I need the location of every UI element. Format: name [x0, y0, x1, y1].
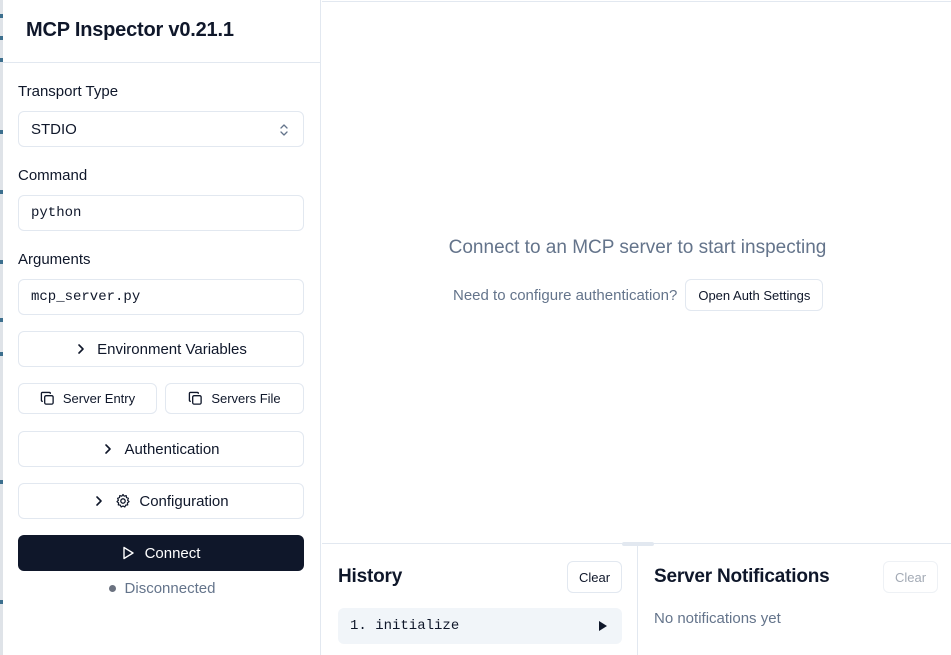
- copy-icon: [189, 391, 203, 405]
- configuration-label: Configuration: [139, 492, 229, 510]
- servers-file-label: Servers File: [211, 391, 281, 406]
- arguments-input[interactable]: mcp_server.py: [18, 279, 304, 315]
- history-item[interactable]: 1. initialize: [338, 608, 622, 644]
- history-item-label: 1. initialize: [350, 618, 460, 634]
- environment-variables-label: Environment Variables: [97, 340, 247, 358]
- triangle-right-icon: [599, 621, 607, 631]
- sidebar: MCP Inspector v0.21.1 Transport Type STD…: [3, 0, 321, 655]
- connection-status-label: Disconnected: [124, 580, 216, 597]
- divider: [322, 1, 951, 2]
- server-entry-label: Server Entry: [62, 391, 136, 406]
- configuration-toggle[interactable]: Configuration: [18, 483, 304, 519]
- chevron-right-icon: [96, 496, 103, 506]
- bottom-panels: History Clear 1. initialize Server Notif…: [322, 542, 951, 655]
- app-title: MCP Inspector v0.21.1: [26, 19, 234, 41]
- status-dot-icon: [108, 585, 116, 592]
- auth-prompt-text: Need to configure authentication?: [453, 286, 678, 304]
- history-panel: History Clear 1. initialize: [322, 544, 638, 655]
- chevron-right-icon: [105, 444, 112, 454]
- gear-icon: [116, 493, 130, 508]
- main-panel: Connect to an MCP server to start inspec…: [322, 0, 951, 655]
- command-label: Command: [18, 167, 88, 184]
- command-input[interactable]: python: [18, 195, 304, 231]
- arguments-label: Arguments: [18, 251, 91, 268]
- notifications-empty-text: No notifications yet: [654, 610, 781, 627]
- servers-file-button[interactable]: Servers File: [165, 383, 304, 414]
- environment-variables-toggle[interactable]: Environment Variables: [18, 331, 304, 367]
- open-auth-settings-button[interactable]: Open Auth Settings: [685, 279, 824, 311]
- history-clear-button[interactable]: Clear: [567, 561, 622, 593]
- transport-type-label: Transport Type: [18, 83, 119, 100]
- auth-prompt-row: Need to configure authentication? Open A…: [453, 279, 824, 311]
- history-title: History: [338, 566, 403, 587]
- copy-icon: [40, 391, 54, 405]
- server-notifications-panel: Server Notifications Clear No notificati…: [639, 544, 951, 655]
- chevron-right-icon: [78, 344, 84, 354]
- connect-button[interactable]: Connect: [18, 535, 304, 571]
- chevrons-up-down-icon: [280, 124, 288, 136]
- server-entry-button[interactable]: Server Entry: [18, 383, 157, 414]
- empty-state-message: Connect to an MCP server to start inspec…: [448, 237, 827, 258]
- transport-type-value: STDIO: [31, 120, 77, 138]
- transport-type-select[interactable]: STDIO: [18, 111, 304, 147]
- sidebar-header: MCP Inspector v0.21.1: [3, 0, 321, 63]
- connection-status: Disconnected: [3, 580, 321, 597]
- play-icon: [122, 546, 134, 560]
- server-notifications-title: Server Notifications: [654, 566, 830, 587]
- authentication-label: Authentication: [124, 440, 220, 458]
- connect-label: Connect: [144, 544, 201, 562]
- notifications-clear-button[interactable]: Clear: [883, 561, 938, 593]
- authentication-toggle[interactable]: Authentication: [18, 431, 304, 467]
